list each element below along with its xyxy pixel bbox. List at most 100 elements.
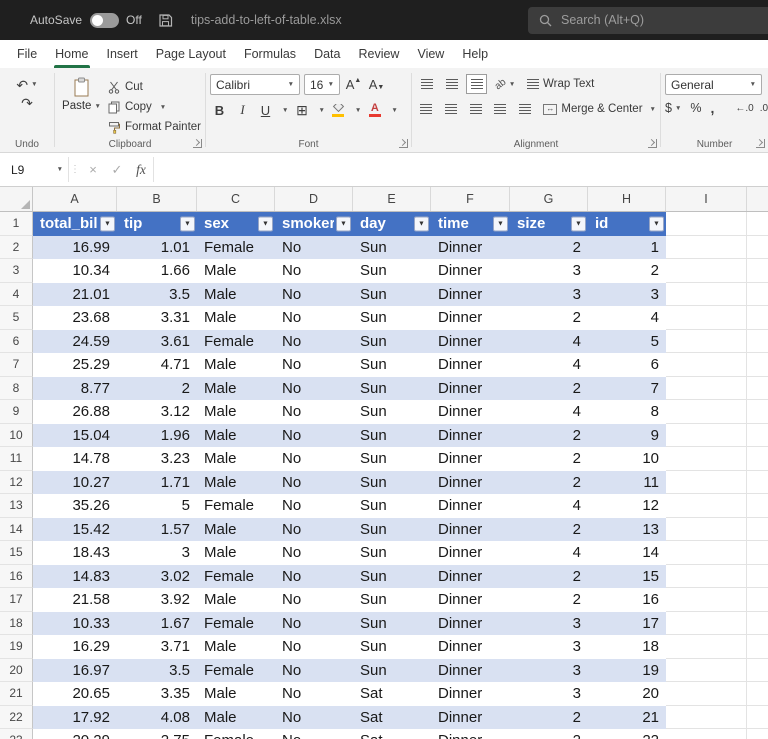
cell-E22[interactable]: Sat xyxy=(353,706,431,730)
cell-C23[interactable]: Female xyxy=(197,729,275,739)
cell-G14[interactable]: 2 xyxy=(510,518,588,542)
row-header-12[interactable]: 12 xyxy=(0,471,33,495)
paste-button[interactable]: Paste▼ xyxy=(59,74,104,136)
cell-G10[interactable]: 2 xyxy=(510,424,588,448)
cell-B13[interactable]: 5 xyxy=(117,494,197,518)
cell-A10[interactable]: 15.04 xyxy=(33,424,117,448)
row-header-17[interactable]: 17 xyxy=(0,588,33,612)
cell-E10[interactable]: Sun xyxy=(353,424,431,448)
column-header-B[interactable]: B xyxy=(117,187,197,211)
middle-align-button[interactable] xyxy=(441,74,462,94)
cell-A22[interactable]: 17.92 xyxy=(33,706,117,730)
cell-B9[interactable]: 3.12 xyxy=(117,400,197,424)
cell-D11[interactable]: No xyxy=(275,447,353,471)
cell-E8[interactable]: Sun xyxy=(353,377,431,401)
cell-F11[interactable]: Dinner xyxy=(431,447,510,471)
tab-insert[interactable]: Insert xyxy=(98,40,147,68)
cell-G21[interactable]: 3 xyxy=(510,682,588,706)
cell-E7[interactable]: Sun xyxy=(353,353,431,377)
row-header-8[interactable]: 8 xyxy=(0,377,33,401)
cell-B10[interactable]: 1.96 xyxy=(117,424,197,448)
cell-B20[interactable]: 3.5 xyxy=(117,659,197,683)
row-header-21[interactable]: 21 xyxy=(0,682,33,706)
tab-help[interactable]: Help xyxy=(453,40,497,68)
cell-F23[interactable]: Dinner xyxy=(431,729,510,739)
alignment-dialog-launcher-icon[interactable] xyxy=(648,139,657,148)
cell-A12[interactable]: 10.27 xyxy=(33,471,117,495)
cell-G18[interactable]: 3 xyxy=(510,612,588,636)
row-header-6[interactable]: 6 xyxy=(0,330,33,354)
table-header-size[interactable]: size▼ xyxy=(510,212,588,236)
cell-I18[interactable] xyxy=(666,612,747,636)
cell-B18[interactable]: 1.67 xyxy=(117,612,197,636)
cell-F14[interactable]: Dinner xyxy=(431,518,510,542)
cell-B2[interactable]: 1.01 xyxy=(117,236,197,260)
cell-H5[interactable]: 4 xyxy=(588,306,666,330)
filter-button-id[interactable]: ▼ xyxy=(649,216,664,231)
cell-A23[interactable]: 20.29 xyxy=(33,729,117,739)
cell-I22[interactable] xyxy=(666,706,747,730)
cell-H15[interactable]: 14 xyxy=(588,541,666,565)
cell-D22[interactable]: No xyxy=(275,706,353,730)
cell-F5[interactable]: Dinner xyxy=(431,306,510,330)
font-name-select[interactable]: Calibri▼ xyxy=(210,74,300,95)
cell-D5[interactable]: No xyxy=(275,306,353,330)
cell-A9[interactable]: 26.88 xyxy=(33,400,117,424)
decrease-decimal-button[interactable]: .00→ xyxy=(760,103,768,114)
column-header-A[interactable]: A xyxy=(33,187,117,211)
column-header-C[interactable]: C xyxy=(197,187,275,211)
cell-A14[interactable]: 15.42 xyxy=(33,518,117,542)
tab-file[interactable]: File xyxy=(8,40,46,68)
cell-I17[interactable] xyxy=(666,588,747,612)
cell-D16[interactable]: No xyxy=(275,565,353,589)
cell-G8[interactable]: 2 xyxy=(510,377,588,401)
tab-data[interactable]: Data xyxy=(305,40,349,68)
insert-function-icon[interactable]: fx xyxy=(129,153,153,186)
cell-H20[interactable]: 19 xyxy=(588,659,666,683)
cell-H19[interactable]: 18 xyxy=(588,635,666,659)
cell-E2[interactable]: Sun xyxy=(353,236,431,260)
format-painter-button[interactable]: Format Painter xyxy=(108,119,201,135)
cell-F16[interactable]: Dinner xyxy=(431,565,510,589)
tab-formulas[interactable]: Formulas xyxy=(235,40,305,68)
cell-A8[interactable]: 8.77 xyxy=(33,377,117,401)
row-header-7[interactable]: 7 xyxy=(0,353,33,377)
cell-H6[interactable]: 5 xyxy=(588,330,666,354)
undo-button[interactable]: ↶▼ xyxy=(16,78,37,92)
cell-C9[interactable]: Male xyxy=(197,400,275,424)
column-header-E[interactable]: E xyxy=(353,187,431,211)
filter-button-tip[interactable]: ▼ xyxy=(180,216,195,231)
cell-A11[interactable]: 14.78 xyxy=(33,447,117,471)
cell-H21[interactable]: 20 xyxy=(588,682,666,706)
cell-G2[interactable]: 2 xyxy=(510,236,588,260)
filter-button-smoker[interactable]: ▼ xyxy=(336,216,351,231)
row-header-1[interactable]: 1 xyxy=(0,212,33,236)
cell-B14[interactable]: 1.57 xyxy=(117,518,197,542)
decrease-font-size-button[interactable]: A▼ xyxy=(367,75,386,95)
search-box[interactable]: Search (Alt+Q) xyxy=(528,7,768,34)
cell-E19[interactable]: Sun xyxy=(353,635,431,659)
row-header-4[interactable]: 4 xyxy=(0,283,33,307)
cell-A2[interactable]: 16.99 xyxy=(33,236,117,260)
cell-F3[interactable]: Dinner xyxy=(431,259,510,283)
cell-D4[interactable]: No xyxy=(275,283,353,307)
cell-E5[interactable]: Sun xyxy=(353,306,431,330)
cell-F22[interactable]: Dinner xyxy=(431,706,510,730)
cell-G6[interactable]: 4 xyxy=(510,330,588,354)
cell-A7[interactable]: 25.29 xyxy=(33,353,117,377)
cell-D21[interactable]: No xyxy=(275,682,353,706)
cell-A5[interactable]: 23.68 xyxy=(33,306,117,330)
cell-F7[interactable]: Dinner xyxy=(431,353,510,377)
cell-D23[interactable]: No xyxy=(275,729,353,739)
font-dialog-launcher-icon[interactable] xyxy=(399,139,408,148)
row-header-3[interactable]: 3 xyxy=(0,259,33,283)
cell-F12[interactable]: Dinner xyxy=(431,471,510,495)
cell-D15[interactable]: No xyxy=(275,541,353,565)
bottom-align-button[interactable] xyxy=(466,74,487,94)
cell-H18[interactable]: 17 xyxy=(588,612,666,636)
column-header-G[interactable]: G xyxy=(510,187,588,211)
cell-E12[interactable]: Sun xyxy=(353,471,431,495)
column-header-F[interactable]: F xyxy=(431,187,510,211)
table-header-total_bill[interactable]: total_bill▼ xyxy=(33,212,117,236)
cell-G19[interactable]: 3 xyxy=(510,635,588,659)
